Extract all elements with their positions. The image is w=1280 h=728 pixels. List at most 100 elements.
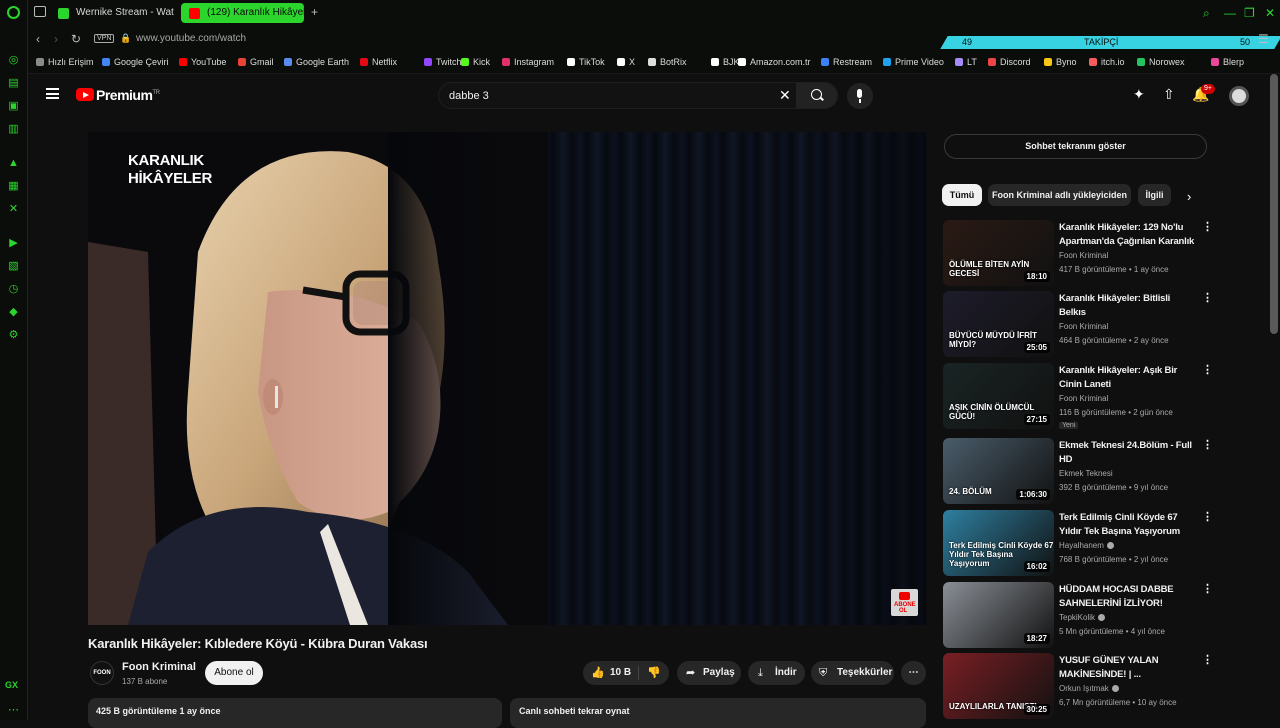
- back-icon[interactable]: ‹: [36, 32, 40, 46]
- share-button[interactable]: ➦ Paylaş: [677, 661, 741, 685]
- more-options-icon[interactable]: ⋮: [1202, 222, 1213, 233]
- video-thumbnail[interactable]: AŞIK CİNİN ÖLÜMCÜL GÜCÜ! 27:15: [943, 363, 1054, 429]
- video-thumbnail[interactable]: UZAYLILARLA TANIŞTI 30:25: [943, 653, 1054, 719]
- recommendation-title[interactable]: Karanlık Hikâyeler: Bitlisli Belkıs: [1059, 292, 1199, 320]
- gx-cleaner-icon[interactable]: ▤: [7, 77, 20, 90]
- recommendation-item[interactable]: ÖLÜMLE BİTEN AYİN GECESİ 18:10 Karanlık Hi…: [943, 220, 1213, 286]
- tab-islands-icon[interactable]: [34, 6, 46, 17]
- bookmark-item[interactable]: BotRix: [648, 57, 687, 67]
- more-options-icon[interactable]: ⋮: [1202, 655, 1213, 666]
- recommendation-channel[interactable]: Foon Kriminal: [1059, 322, 1108, 331]
- youtube-logo-icon[interactable]: [76, 88, 94, 101]
- bookmark-item[interactable]: Amazon.com.tr: [738, 57, 811, 67]
- video-thumbnail[interactable]: 18:27: [943, 582, 1054, 648]
- bookmark-item[interactable]: Instagram: [502, 57, 554, 67]
- minimize-icon[interactable]: —: [1224, 6, 1236, 20]
- clock-icon[interactable]: ◷: [7, 283, 20, 296]
- recommendation-title[interactable]: Karanlık Hikâyeler: Aşık Bir Cinin Lanet…: [1059, 364, 1199, 392]
- channel-avatar[interactable]: FOON: [90, 661, 114, 685]
- bookmark-item[interactable]: Byno: [1044, 57, 1077, 67]
- reload-icon[interactable]: ↻: [71, 32, 81, 46]
- search-box[interactable]: dabbe 3 ✕: [438, 82, 838, 109]
- video-player[interactable]: KARANLIK HİKÂYELER ABONE OL: [88, 132, 926, 625]
- bookmark-item[interactable]: Blerp: [1211, 57, 1244, 67]
- recommendation-channel[interactable]: Hayalhanem: [1059, 541, 1114, 550]
- arrow-up-icon[interactable]: ▲: [7, 157, 20, 170]
- recommendation-title[interactable]: Terk Edilmiş Cinli Köyde 67 Yıldır Tek B…: [1059, 511, 1199, 539]
- tab-karanlik-hikayeler[interactable]: (129) Karanlık Hikâyel...: [181, 3, 304, 23]
- bookmark-item[interactable]: Google Earth: [284, 57, 349, 67]
- more-options-icon[interactable]: ⋮: [1202, 365, 1213, 376]
- bookmark-item[interactable]: Gmail: [238, 57, 274, 67]
- bookmark-item[interactable]: Twitch: [424, 57, 462, 67]
- hamburger-menu-icon[interactable]: [46, 88, 59, 99]
- more-actions-button[interactable]: ⋯: [901, 661, 926, 685]
- browser-menu-icon[interactable]: ☰: [1258, 32, 1269, 46]
- whatsapp-icon[interactable]: ▣: [7, 100, 20, 113]
- settings-icon[interactable]: ⚙: [7, 329, 20, 342]
- recommendation-item[interactable]: Terk Edilmiş Cinli Köyde 67 Yıldır Tek B…: [943, 510, 1213, 576]
- video-thumbnail[interactable]: ÖLÜMLE BİTEN AYİN GECESİ 18:10: [943, 220, 1054, 286]
- recommendation-item[interactable]: AŞIK CİNİN ÖLÜMCÜL GÜCÜ! 27:15 Karanlık Hi…: [943, 363, 1213, 429]
- bookmark-item[interactable]: Prime Video: [883, 57, 944, 67]
- video-thumbnail[interactable]: Terk Edilmiş Cinli Köyde 67 Yıldır Tek B…: [943, 510, 1054, 576]
- like-icon[interactable]: 👍: [591, 661, 605, 685]
- gemini-icon[interactable]: ✦: [1133, 86, 1145, 103]
- clear-search-icon[interactable]: ✕: [779, 87, 791, 104]
- upload-icon[interactable]: ⇧: [1163, 86, 1175, 103]
- bookmark-item[interactable]: Netflix: [360, 57, 397, 67]
- player-icon[interactable]: ▶: [7, 237, 20, 250]
- bookmark-item[interactable]: Discord: [988, 57, 1031, 67]
- chip-all[interactable]: Tümü: [942, 184, 982, 206]
- forward-icon[interactable]: ›: [54, 32, 58, 46]
- more-icon[interactable]: ⋯: [7, 704, 20, 717]
- recommendation-title[interactable]: Ekmek Teknesi 24.Bölüm - Full HD: [1059, 439, 1199, 467]
- page-scrollbar[interactable]: [1270, 74, 1278, 334]
- tab-wernike-stream[interactable]: Wernike Stream - Watch Li: [50, 3, 174, 23]
- bookmark-item[interactable]: BJK: [711, 57, 740, 67]
- opera-menu-icon[interactable]: [7, 6, 20, 19]
- thanks-button[interactable]: ⛨ Teşekkürler: [811, 661, 894, 685]
- messenger-icon[interactable]: ▥: [7, 123, 20, 136]
- bookmark-item[interactable]: YouTube: [179, 57, 226, 67]
- bookmark-item[interactable]: Kick: [461, 57, 490, 67]
- channel-name[interactable]: Foon Kriminal: [122, 661, 196, 673]
- more-options-icon[interactable]: ⋮: [1202, 512, 1213, 523]
- youtube-premium-logo[interactable]: PremiumTR: [96, 87, 160, 103]
- show-chat-button[interactable]: Sohbet tekranını göster: [944, 134, 1207, 159]
- chevron-right-icon[interactable]: ›: [1187, 189, 1191, 204]
- dislike-icon[interactable]: 👎: [647, 661, 661, 685]
- recommendation-channel[interactable]: TepkiKolik: [1059, 613, 1106, 622]
- recommendation-title[interactable]: Karanlık Hikâyeler: 129 No'lu Apartman'd…: [1059, 221, 1199, 249]
- history-icon[interactable]: ▧: [7, 260, 20, 273]
- recommendation-channel[interactable]: Foon Kriminal: [1059, 251, 1108, 260]
- close-window-icon[interactable]: ✕: [1265, 6, 1275, 20]
- recommendation-item[interactable]: 24. BÖLÜM 1:06:30 Ekmek Teknesi 24.Bölüm -…: [943, 438, 1213, 504]
- subscribe-watermark[interactable]: ABONE OL: [891, 589, 918, 616]
- more-options-icon[interactable]: ⋮: [1202, 584, 1213, 595]
- search-tabs-icon[interactable]: ⌕: [1203, 6, 1210, 21]
- chip-related[interactable]: İlgili: [1138, 184, 1171, 206]
- vpn-badge[interactable]: VPN: [94, 34, 115, 43]
- new-tab-button[interactable]: +: [311, 5, 318, 19]
- account-avatar[interactable]: [1229, 86, 1249, 106]
- gx-control-icon[interactable]: ◎: [7, 54, 20, 67]
- twitch-sidebar-icon[interactable]: ▦: [7, 180, 20, 193]
- recommendation-item[interactable]: 18:27 HÜDDAM HOCASI DABBE SAHNELERİNİ İZL…: [943, 582, 1213, 648]
- bookmark-item[interactable]: LT: [955, 57, 977, 67]
- recommendation-channel[interactable]: Ekmek Teknesi: [1059, 469, 1113, 478]
- video-thumbnail[interactable]: 24. BÖLÜM 1:06:30: [943, 438, 1054, 504]
- voice-search-button[interactable]: [847, 83, 873, 109]
- subscribe-button[interactable]: Abone ol: [205, 661, 263, 685]
- url-field[interactable]: www.youtube.com/watch: [136, 33, 246, 44]
- bookmark-item[interactable]: Google Çeviri: [102, 57, 169, 67]
- extensions-icon[interactable]: ◆: [7, 306, 20, 319]
- recommendation-item[interactable]: UZAYLILARLA TANIŞTI 30:25 YUSUF GÜNEY YALA…: [943, 653, 1213, 719]
- lock-icon[interactable]: 🔒: [120, 33, 131, 44]
- search-input[interactable]: dabbe 3: [449, 90, 489, 102]
- download-button[interactable]: ⤓ İndir: [748, 661, 805, 685]
- chat-replay-box[interactable]: Canlı sohbeti tekrar oynat: [510, 698, 926, 728]
- video-thumbnail[interactable]: BÜYÜCÜ MÜYDÜ İFRİT MİYDİ? 25:05: [943, 291, 1054, 357]
- recommendation-title[interactable]: HÜDDAM HOCASI DABBE SAHNELERİNİ İZLİYOR!: [1059, 583, 1199, 611]
- more-options-icon[interactable]: ⋮: [1202, 293, 1213, 304]
